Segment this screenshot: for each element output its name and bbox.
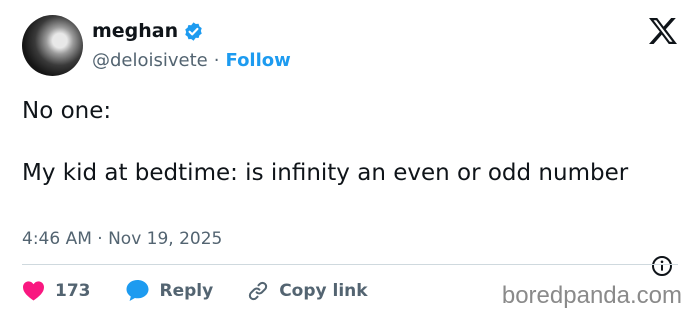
copy-link-button[interactable]: Copy link: [247, 280, 368, 302]
info-icon[interactable]: [651, 255, 673, 281]
author-handle[interactable]: @deloisivete: [92, 50, 208, 71]
tweet-timestamp[interactable]: 4:46 AM · Nov 19, 2025: [22, 229, 222, 249]
divider: [22, 264, 678, 265]
verified-badge-icon: [183, 21, 204, 42]
copy-link-label: Copy link: [279, 280, 368, 301]
watermark: boredpanda.com: [501, 282, 682, 309]
author-display-name[interactable]: meghan: [92, 20, 178, 42]
author-handle-row: @deloisivete · Follow: [92, 50, 291, 71]
author-name-row: meghan: [92, 20, 204, 42]
reply-bubble-icon: [125, 279, 150, 302]
like-button[interactable]: 173: [22, 280, 91, 301]
avatar[interactable]: [22, 15, 83, 76]
link-icon: [247, 280, 269, 302]
tweet-line-2: My kid at bedtime: is infinity an even o…: [22, 160, 629, 186]
tweet-text: No one: My kid at bedtime: is infinity a…: [22, 96, 642, 189]
tweet-actions: 173 Reply Copy link: [22, 279, 402, 302]
separator-dot: ·: [213, 50, 220, 71]
follow-button[interactable]: Follow: [226, 50, 291, 71]
like-count: 173: [55, 280, 91, 301]
x-logo-icon[interactable]: [648, 17, 678, 49]
tweet-line-1: No one:: [22, 98, 112, 124]
reply-button[interactable]: Reply: [125, 279, 214, 302]
heart-icon: [22, 280, 45, 301]
reply-label: Reply: [159, 280, 214, 301]
